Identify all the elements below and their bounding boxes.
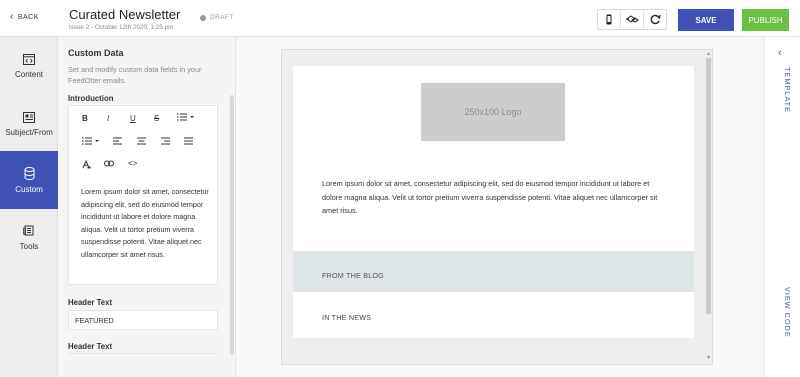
issue-subtitle: Issue 2 - October 12th 2020, 1:25 pm	[69, 24, 174, 31]
refresh-icon	[650, 14, 661, 25]
align-right-icon	[161, 137, 170, 145]
preview-scrollbar[interactable]	[706, 58, 711, 314]
top-bar: ‹ BACK Curated Newsletter Issue 2 - Octo…	[0, 0, 800, 37]
align-justify-button[interactable]	[184, 137, 193, 145]
underline-button[interactable]: U	[130, 114, 136, 123]
code-view-button[interactable]: <>	[128, 159, 137, 168]
align-right-button[interactable]	[161, 137, 170, 145]
blog-heading[interactable]: FROM THE BLOG	[322, 271, 384, 280]
align-left-icon	[113, 137, 122, 145]
rail-item-tools[interactable]: Tools	[0, 209, 58, 267]
bullet-list-button[interactable]	[82, 137, 100, 145]
news-heading[interactable]: IN THE NEWS	[322, 313, 371, 322]
desktop-icon	[625, 15, 639, 23]
panel-title: Custom Data	[68, 48, 124, 58]
panel-scrollbar[interactable]	[230, 95, 234, 355]
rail-item-label: Content	[14, 69, 44, 79]
tools-icon	[23, 225, 34, 236]
back-button[interactable]: ‹ BACK	[10, 11, 39, 22]
custom-data-panel: Custom Data Set and modify custom data f…	[58, 37, 236, 377]
header-text-label-2: Header Text	[68, 342, 113, 351]
status-badge: DRAFT	[200, 14, 234, 21]
mobile-icon	[606, 14, 612, 25]
link-button[interactable]	[104, 160, 114, 167]
logo-placeholder[interactable]: 250x100 Logo	[421, 83, 565, 141]
link-icon	[104, 160, 114, 167]
email-preview: 250x100 Logo Lorem ipsum dolor sit amet,…	[293, 66, 694, 338]
rail-item-label: Subject/From	[5, 127, 53, 137]
publish-button[interactable]: PUBLISH	[742, 9, 789, 31]
back-label: BACK	[17, 13, 39, 21]
rail-item-label: Tools	[19, 242, 39, 251]
align-center-button[interactable]	[137, 137, 146, 145]
template-tab[interactable]: TEMPLATE	[783, 67, 792, 113]
text-color-icon	[82, 160, 91, 169]
panel-description: Set and modify custom data fields in you…	[68, 65, 202, 85]
rail-item-subject-from[interactable]: Subject/From	[0, 95, 58, 153]
chevron-left-icon: ‹	[10, 11, 14, 22]
chevron-left-icon[interactable]: ‹	[778, 47, 782, 59]
code-icon	[23, 53, 35, 65]
introduction-editor: B I U S <> Lorem ipsum dolor sit amet, c…	[68, 105, 218, 285]
align-left-button[interactable]	[113, 137, 122, 145]
view-code-tab[interactable]: VIEW CODE	[783, 287, 792, 338]
email-preview-frame: 250x100 Logo Lorem ipsum dolor sit amet,…	[281, 49, 713, 365]
newspaper-icon	[23, 111, 35, 123]
introduction-text[interactable]: Lorem ipsum dolor sit amet, consectetur …	[81, 186, 215, 261]
database-icon	[24, 166, 34, 180]
right-side-tabs: ‹ TEMPLATE VIEW CODE	[764, 37, 800, 377]
text-color-button[interactable]	[82, 160, 91, 169]
strikethrough-button[interactable]: S	[154, 114, 159, 123]
numbered-list-icon	[177, 113, 194, 121]
bold-button[interactable]: B	[82, 114, 88, 123]
preview-canvas: 250x100 Logo Lorem ipsum dolor sit amet,…	[236, 37, 764, 377]
rail-item-custom[interactable]: Custom	[0, 151, 58, 209]
introduction-label: Introduction	[68, 94, 114, 103]
align-justify-icon	[184, 137, 193, 145]
email-intro-text[interactable]: Lorem ipsum dolor sit amet, consectetur …	[322, 177, 667, 218]
device-toggle-group	[597, 9, 667, 30]
status-dot-icon	[200, 14, 206, 21]
status-label: DRAFT	[210, 14, 234, 21]
numbered-list-button[interactable]	[177, 113, 195, 121]
desktop-preview-button[interactable]	[621, 10, 644, 29]
save-button[interactable]: SAVE	[678, 9, 734, 31]
mobile-preview-button[interactable]	[598, 10, 621, 29]
left-nav-rail: Content Subject/From Custom Tools	[0, 37, 58, 377]
bullet-list-icon	[82, 137, 99, 145]
scroll-up-icon[interactable]: ▲	[706, 51, 711, 57]
align-center-icon	[137, 137, 146, 145]
italic-button[interactable]: I	[107, 114, 109, 123]
header-text-input[interactable]: FEATURED	[68, 310, 218, 330]
rail-item-content[interactable]: Content	[0, 37, 58, 95]
header-text-label: Header Text	[68, 298, 113, 307]
page-title: Curated Newsletter	[69, 7, 181, 22]
rail-item-label: Custom	[15, 184, 43, 194]
refresh-preview-button[interactable]	[644, 10, 666, 29]
header-text-input-2[interactable]	[68, 353, 218, 354]
scroll-down-icon[interactable]: ▼	[706, 355, 711, 361]
